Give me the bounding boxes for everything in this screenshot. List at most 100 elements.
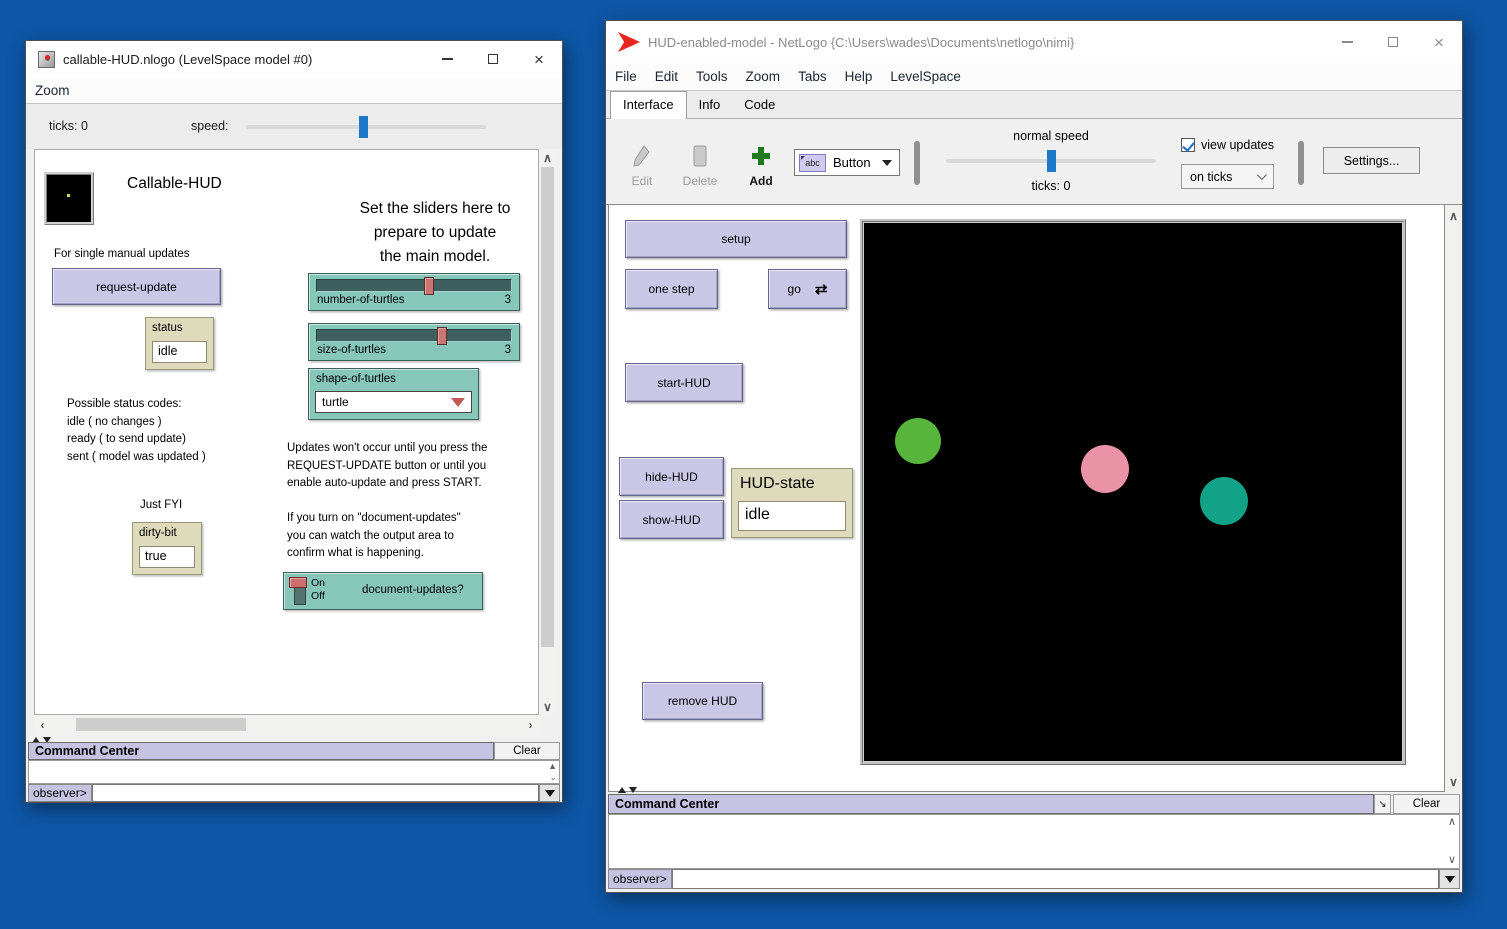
left-titlebar[interactable]: callable-HUD.nlogo (LevelSpace model #0)… <box>26 41 562 77</box>
eraser-icon <box>678 141 722 171</box>
slider-value: 3 <box>505 294 511 306</box>
checkbox-icon[interactable] <box>1181 138 1195 152</box>
speed-slider-handle[interactable] <box>1047 150 1056 172</box>
document-updates-switch[interactable]: On Off document-updates? <box>283 572 483 610</box>
add-widget-button[interactable]: Add <box>739 141 783 188</box>
show-hud-button[interactable]: show-HUD <box>619 500 724 539</box>
menu-item-zoom[interactable]: Zoom <box>26 83 79 98</box>
menu-item-tabs[interactable]: Tabs <box>789 69 836 84</box>
right-titlebar[interactable]: HUD-enabled-model - NetLogo {C:\Users\wa… <box>606 21 1462 63</box>
status-monitor: status idle <box>145 317 214 370</box>
left-window-title: callable-HUD.nlogo (LevelSpace model #0) <box>63 52 312 67</box>
clear-button[interactable]: Clear <box>1393 794 1460 814</box>
levelspace-model-window: callable-HUD.nlogo (LevelSpace model #0)… <box>25 40 563 803</box>
expand-command-center-button[interactable]: ↘ <box>1374 794 1391 814</box>
left-menubar: Zoom <box>26 77 562 104</box>
button-widget-icon: abc <box>799 154 826 172</box>
scrollbar-thumb[interactable] <box>541 167 554 647</box>
output-scroll-down-icon[interactable]: ⌄ <box>549 773 557 782</box>
output-scroll-up-icon[interactable]: ▲ <box>548 762 557 771</box>
number-of-turtles-slider[interactable]: number-of-turtles 3 <box>308 273 520 311</box>
minimize-button[interactable] <box>1324 21 1370 63</box>
scroll-up-icon[interactable]: ∧ <box>539 149 556 166</box>
scroll-down-icon[interactable]: ∨ <box>539 698 556 715</box>
scrollbar-thumb[interactable] <box>76 718 246 731</box>
interface-vertical-scrollbar[interactable]: ∧ ∨ <box>1445 205 1462 792</box>
output-scroll-up-icon[interactable]: ∧ <box>1448 818 1456 827</box>
request-update-button[interactable]: request-update <box>52 268 221 305</box>
menu-item-file[interactable]: File <box>606 69 646 84</box>
status-monitor-value: idle <box>152 341 207 363</box>
chooser-value-box[interactable]: turtle <box>315 391 472 413</box>
start-hud-button[interactable]: start-HUD <box>625 363 743 402</box>
remove-hud-button[interactable]: remove HUD <box>642 682 763 720</box>
menu-item-zoom[interactable]: Zoom <box>737 69 790 84</box>
command-center-output[interactable]: ∧ ∨ <box>608 814 1460 869</box>
view-updates-checkbox[interactable]: view updates <box>1181 138 1274 152</box>
turtle-circle <box>1081 445 1129 493</box>
scroll-up-icon[interactable]: ∧ <box>1445 207 1462 224</box>
one-step-button[interactable]: one step <box>625 269 718 309</box>
slider-track[interactable] <box>316 279 512 292</box>
close-button[interactable]: × <box>1416 21 1462 63</box>
scroll-right-icon[interactable]: › <box>522 716 539 733</box>
menu-item-help[interactable]: Help <box>836 69 882 84</box>
command-history-dropdown[interactable] <box>539 784 560 802</box>
command-center-splitter[interactable] <box>618 787 637 793</box>
setup-button[interactable]: setup <box>625 220 847 258</box>
go-button[interactable]: go ⇄ <box>768 269 847 309</box>
canvas-vertical-scrollbar[interactable]: ∧ ∨ <box>539 149 557 715</box>
turtle-dot <box>67 194 70 197</box>
slider-handle[interactable] <box>437 327 447 345</box>
shape-of-turtles-chooser[interactable]: shape-of-turtles turtle <box>308 368 479 420</box>
clear-button[interactable]: Clear <box>494 742 560 760</box>
canvas-horizontal-scrollbar[interactable]: ‹ › <box>34 715 539 734</box>
command-history-dropdown[interactable] <box>1439 869 1460 889</box>
tab-info[interactable]: Info <box>687 92 733 118</box>
pencil-icon <box>620 141 664 171</box>
updates-note: Updates won't occur until you press the … <box>287 440 487 493</box>
hud-state-monitor-value: idle <box>738 501 846 531</box>
slider-handle[interactable] <box>424 277 434 295</box>
edit-widget-button[interactable]: Edit <box>620 141 664 188</box>
close-button[interactable]: × <box>516 41 562 77</box>
scroll-down-icon[interactable]: ∨ <box>1445 773 1462 790</box>
toolbar-separator <box>914 141 920 185</box>
command-center-output[interactable]: ▲ ⌄ <box>28 760 560 784</box>
tab-code[interactable]: Code <box>732 92 787 118</box>
maximize-button[interactable] <box>1370 21 1416 63</box>
hide-hud-button[interactable]: hide-HUD <box>619 457 724 496</box>
size-of-turtles-slider[interactable]: size-of-turtles 3 <box>308 323 520 361</box>
world-view-frame <box>860 219 1406 765</box>
slider-track[interactable] <box>316 329 512 342</box>
world-view[interactable] <box>864 223 1402 761</box>
switch-knob[interactable] <box>289 577 307 588</box>
status-codes-note: Possible status codes: idle ( no changes… <box>67 396 206 466</box>
speed-slider-handle[interactable] <box>359 116 368 138</box>
observer-command-input[interactable] <box>92 784 539 802</box>
observer-prompt: observer> <box>608 869 672 889</box>
tab-bar: Interface Info Code <box>606 91 1462 119</box>
observer-prompt: observer> <box>28 784 92 802</box>
settings-button[interactable]: Settings... <box>1323 147 1420 174</box>
model-title: Callable-HUD <box>127 175 222 193</box>
slider-value: 3 <box>505 344 511 356</box>
scroll-left-icon[interactable]: ‹ <box>34 716 51 733</box>
output-scroll-down-icon[interactable]: ∨ <box>1448 856 1456 865</box>
speed-label: normal speed <box>946 129 1156 143</box>
toolbar-separator <box>1298 141 1304 185</box>
update-mode-select[interactable]: on ticks <box>1181 164 1274 189</box>
tab-interface[interactable]: Interface <box>610 91 687 119</box>
menu-item-tools[interactable]: Tools <box>687 69 737 84</box>
delete-widget-button[interactable]: Delete <box>678 141 722 188</box>
menu-item-levelspace[interactable]: LevelSpace <box>881 69 970 84</box>
manual-updates-label: For single manual updates <box>54 246 190 264</box>
interface-canvas: setup one step go ⇄ start-HUD hide-HUD s… <box>608 205 1445 792</box>
levelspace-app-icon <box>38 51 55 68</box>
observer-command-input[interactable] <box>672 869 1439 889</box>
hud-state-monitor: HUD-state idle <box>731 468 853 538</box>
maximize-button[interactable] <box>470 41 516 77</box>
menu-item-edit[interactable]: Edit <box>646 69 687 84</box>
widget-type-select[interactable]: abc Button <box>794 149 900 176</box>
minimize-button[interactable] <box>424 41 470 77</box>
